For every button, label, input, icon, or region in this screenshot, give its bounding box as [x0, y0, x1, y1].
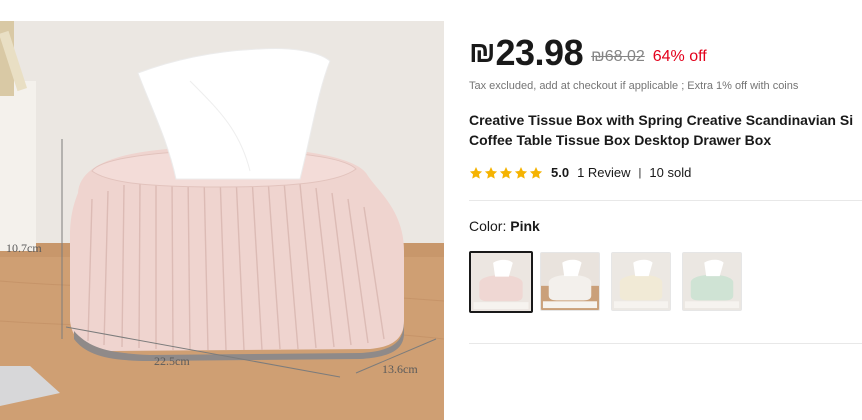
- star-icon: [499, 166, 513, 179]
- rating-stars: [469, 166, 543, 180]
- color-swatches: [469, 251, 742, 313]
- swatch-cream-image: [612, 253, 670, 310]
- tissue-box-illustration: [0, 21, 444, 420]
- rating-value: 5.0: [551, 165, 570, 180]
- color-swatch-pink[interactable]: [469, 251, 533, 313]
- dimension-height-label: 10.7cm: [6, 241, 42, 255]
- section-divider: [469, 200, 862, 201]
- tax-note: Tax excluded, add at checkout if applica…: [469, 80, 799, 92]
- star-icon: [529, 166, 543, 179]
- color-label-prefix: Color:: [469, 218, 511, 234]
- sold-count: 10 sold: [649, 165, 692, 180]
- color-swatch-mint[interactable]: [682, 252, 742, 311]
- price-row: ₪ 23.98 ₪68.02 64% off: [469, 32, 707, 72]
- color-swatch-white[interactable]: [540, 252, 600, 311]
- star-icon: [469, 166, 483, 179]
- color-label: Color: Pink: [469, 218, 540, 234]
- swatch-mint-image: [683, 253, 741, 310]
- star-icon: [514, 166, 528, 179]
- selected-color-name: Pink: [510, 218, 540, 234]
- swatch-white-image: [541, 253, 599, 310]
- original-price: ₪68.02: [591, 48, 645, 65]
- rating-row: 5.0 1 Review | 10 sold: [469, 165, 691, 180]
- dimension-width-label: 22.5cm: [154, 354, 190, 368]
- section-divider: [469, 343, 862, 344]
- product-title: Creative Tissue Box with Spring Creative…: [469, 110, 862, 150]
- swatch-pink-image: [471, 253, 531, 311]
- rating-separator: |: [638, 166, 642, 179]
- star-icon: [484, 166, 498, 179]
- product-title-line-2: Coffee Table Tissue Box Desktop Drawer B…: [469, 132, 772, 148]
- reviews-link[interactable]: 1 Review: [577, 165, 630, 180]
- color-swatch-cream[interactable]: [611, 252, 671, 311]
- current-price: 23.98: [495, 32, 584, 73]
- discount-badge: 64% off: [652, 48, 707, 65]
- product-photo[interactable]: 10.7cm 22.5cm 13.6cm: [0, 21, 444, 420]
- product-info-panel: ₪ 23.98 ₪68.02 64% off Tax excluded, add…: [469, 0, 862, 420]
- product-title-line-1: Creative Tissue Box with Spring Creative…: [469, 112, 854, 128]
- dimension-depth-label: 13.6cm: [382, 362, 418, 376]
- currency-symbol: ₪: [469, 36, 496, 69]
